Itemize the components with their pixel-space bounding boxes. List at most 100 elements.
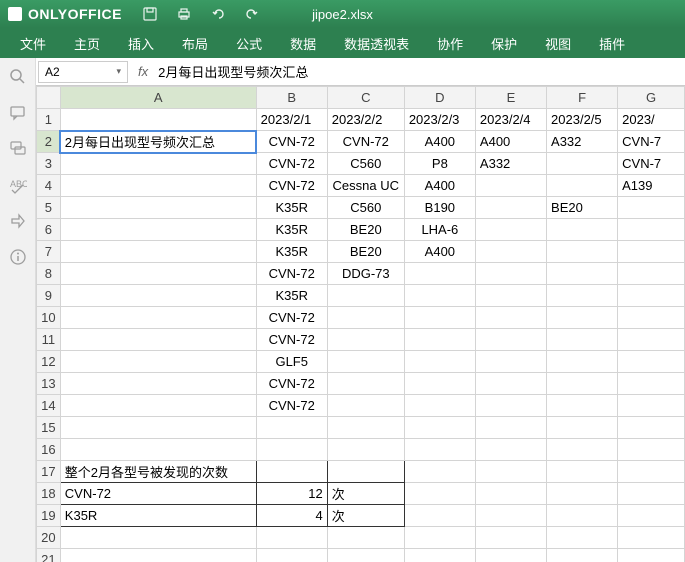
feedback-icon[interactable] bbox=[9, 212, 27, 230]
menu-pivot[interactable]: 数据透视表 bbox=[330, 28, 423, 59]
cell-E21[interactable] bbox=[475, 549, 546, 562]
cell-F12[interactable] bbox=[547, 351, 618, 373]
cell-E10[interactable] bbox=[475, 307, 546, 329]
cell-F19[interactable] bbox=[547, 505, 618, 527]
cell-G12[interactable] bbox=[618, 351, 685, 373]
row-header-20[interactable]: 20 bbox=[37, 527, 61, 549]
cell-B17[interactable] bbox=[256, 461, 327, 483]
cell-E15[interactable] bbox=[475, 417, 546, 439]
cell-E2[interactable]: A400 bbox=[475, 131, 546, 153]
name-box[interactable]: A2 ▾ bbox=[38, 61, 128, 83]
cell-F6[interactable] bbox=[547, 219, 618, 241]
menu-layout[interactable]: 布局 bbox=[168, 28, 222, 59]
cell-F20[interactable] bbox=[547, 527, 618, 549]
cell-G3[interactable]: CVN-7 bbox=[618, 153, 685, 175]
cell-C12[interactable] bbox=[327, 351, 404, 373]
cell-B13[interactable]: CVN-72 bbox=[256, 373, 327, 395]
cell-C19[interactable]: 次 bbox=[327, 505, 404, 527]
cell-F17[interactable] bbox=[547, 461, 618, 483]
cell-D2[interactable]: A400 bbox=[404, 131, 475, 153]
cell-F15[interactable] bbox=[547, 417, 618, 439]
cell-D18[interactable] bbox=[404, 483, 475, 505]
cell-B18[interactable]: 12 bbox=[256, 483, 327, 505]
column-header-B[interactable]: B bbox=[256, 87, 327, 109]
cell-D3[interactable]: P8 bbox=[404, 153, 475, 175]
cell-E17[interactable] bbox=[475, 461, 546, 483]
row-header-18[interactable]: 18 bbox=[37, 483, 61, 505]
cell-C17[interactable] bbox=[327, 461, 404, 483]
menu-data[interactable]: 数据 bbox=[276, 28, 330, 59]
cell-B4[interactable]: CVN-72 bbox=[256, 175, 327, 197]
cell-F5[interactable]: BE20 bbox=[547, 197, 618, 219]
cell-B14[interactable]: CVN-72 bbox=[256, 395, 327, 417]
cell-A9[interactable] bbox=[60, 285, 256, 307]
cell-A3[interactable] bbox=[60, 153, 256, 175]
cell-A16[interactable] bbox=[60, 439, 256, 461]
cell-C11[interactable] bbox=[327, 329, 404, 351]
cell-B6[interactable]: K35R bbox=[256, 219, 327, 241]
cell-D15[interactable] bbox=[404, 417, 475, 439]
cell-A8[interactable] bbox=[60, 263, 256, 285]
cell-D17[interactable] bbox=[404, 461, 475, 483]
row-header-8[interactable]: 8 bbox=[37, 263, 61, 285]
menu-collab[interactable]: 协作 bbox=[423, 28, 477, 59]
cell-A20[interactable] bbox=[60, 527, 256, 549]
row-header-16[interactable]: 16 bbox=[37, 439, 61, 461]
cell-C1[interactable]: 2023/2/2 bbox=[327, 109, 404, 131]
cell-D12[interactable] bbox=[404, 351, 475, 373]
cell-F11[interactable] bbox=[547, 329, 618, 351]
cell-B2[interactable]: CVN-72 bbox=[256, 131, 327, 153]
cell-A6[interactable] bbox=[60, 219, 256, 241]
cell-C10[interactable] bbox=[327, 307, 404, 329]
cell-A11[interactable] bbox=[60, 329, 256, 351]
cell-E3[interactable]: A332 bbox=[475, 153, 546, 175]
cell-C9[interactable] bbox=[327, 285, 404, 307]
cell-C18[interactable]: 次 bbox=[327, 483, 404, 505]
cell-D9[interactable] bbox=[404, 285, 475, 307]
cell-A15[interactable] bbox=[60, 417, 256, 439]
cell-B10[interactable]: CVN-72 bbox=[256, 307, 327, 329]
cell-F9[interactable] bbox=[547, 285, 618, 307]
cell-D1[interactable]: 2023/2/3 bbox=[404, 109, 475, 131]
row-header-14[interactable]: 14 bbox=[37, 395, 61, 417]
row-header-13[interactable]: 13 bbox=[37, 373, 61, 395]
column-header-D[interactable]: D bbox=[404, 87, 475, 109]
menu-insert[interactable]: 插入 bbox=[114, 28, 168, 59]
cell-B16[interactable] bbox=[256, 439, 327, 461]
cell-E5[interactable] bbox=[475, 197, 546, 219]
cell-C5[interactable]: C560 bbox=[327, 197, 404, 219]
cell-C8[interactable]: DDG-73 bbox=[327, 263, 404, 285]
cell-F18[interactable] bbox=[547, 483, 618, 505]
cell-D14[interactable] bbox=[404, 395, 475, 417]
cell-D7[interactable]: A400 bbox=[404, 241, 475, 263]
cell-E19[interactable] bbox=[475, 505, 546, 527]
cell-B7[interactable]: K35R bbox=[256, 241, 327, 263]
cell-D4[interactable]: A400 bbox=[404, 175, 475, 197]
cell-B8[interactable]: CVN-72 bbox=[256, 263, 327, 285]
cell-B3[interactable]: CVN-72 bbox=[256, 153, 327, 175]
cell-G21[interactable] bbox=[618, 549, 685, 562]
menu-protect[interactable]: 保护 bbox=[477, 28, 531, 59]
cell-G6[interactable] bbox=[618, 219, 685, 241]
cell-C15[interactable] bbox=[327, 417, 404, 439]
row-header-2[interactable]: 2 bbox=[37, 131, 61, 153]
print-icon[interactable] bbox=[176, 6, 192, 22]
cell-G1[interactable]: 2023/ bbox=[618, 109, 685, 131]
cell-A12[interactable] bbox=[60, 351, 256, 373]
row-header-17[interactable]: 17 bbox=[37, 461, 61, 483]
cell-C6[interactable]: BE20 bbox=[327, 219, 404, 241]
cell-E7[interactable] bbox=[475, 241, 546, 263]
cell-F8[interactable] bbox=[547, 263, 618, 285]
cell-F16[interactable] bbox=[547, 439, 618, 461]
cell-E16[interactable] bbox=[475, 439, 546, 461]
row-header-4[interactable]: 4 bbox=[37, 175, 61, 197]
cell-D11[interactable] bbox=[404, 329, 475, 351]
row-header-12[interactable]: 12 bbox=[37, 351, 61, 373]
cell-G15[interactable] bbox=[618, 417, 685, 439]
cell-E13[interactable] bbox=[475, 373, 546, 395]
row-header-6[interactable]: 6 bbox=[37, 219, 61, 241]
cell-G16[interactable] bbox=[618, 439, 685, 461]
cell-G7[interactable] bbox=[618, 241, 685, 263]
cell-E20[interactable] bbox=[475, 527, 546, 549]
cell-E12[interactable] bbox=[475, 351, 546, 373]
